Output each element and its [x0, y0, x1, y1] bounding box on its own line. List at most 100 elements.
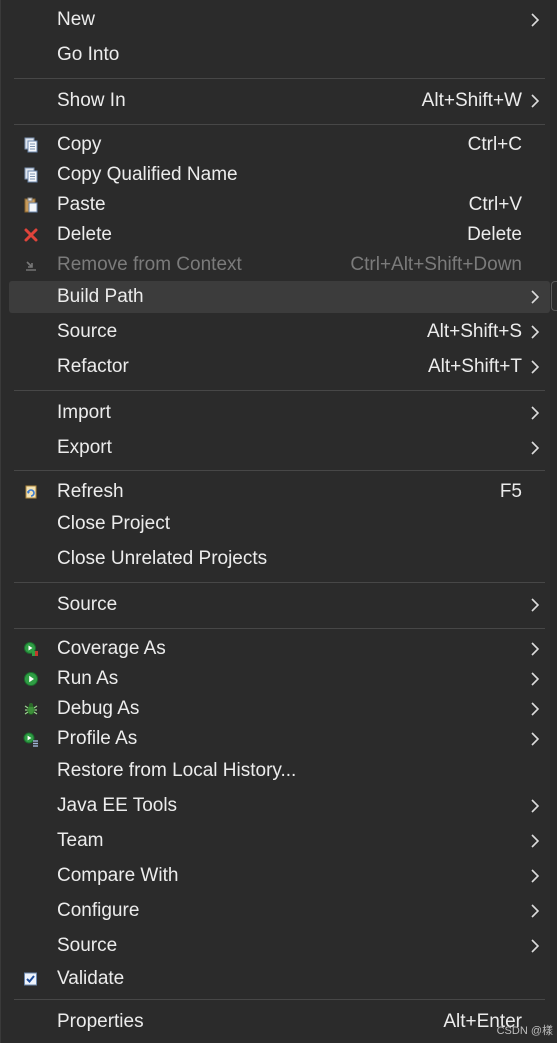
chevron-right-icon [531, 441, 540, 455]
menu-separator [14, 628, 545, 629]
menu-item-label: Close Project [57, 513, 170, 534]
context-menu: New Go Into Show In Alt+Shift+W Copy Ctr… [0, 0, 557, 1043]
chevron-right-icon [531, 904, 540, 918]
debug-bug-icon [24, 703, 38, 715]
menu-item-copy[interactable]: Copy Ctrl+C [1, 130, 557, 160]
chevron-right-icon [531, 672, 540, 686]
menu-item-import[interactable]: Import [1, 398, 557, 428]
menu-item-team[interactable]: Team [1, 826, 557, 856]
chevron-right-icon [531, 94, 540, 108]
menu-item-compare-with[interactable]: Compare With [1, 861, 557, 891]
menu-item-close-unrelated-projects[interactable]: Close Unrelated Projects [1, 544, 557, 574]
chevron-right-icon [531, 406, 540, 420]
menu-item-source-3[interactable]: Source [1, 931, 557, 961]
menu-item-source-2[interactable]: Source [1, 590, 557, 620]
shortcut-label: Alt+Shift+W [421, 90, 522, 111]
menu-item-label: Team [57, 830, 104, 851]
menu-item-label: New [57, 9, 96, 30]
coverage-icon [24, 642, 38, 656]
menu-item-build-path[interactable]: Build Path [9, 281, 550, 313]
menu-item-label: Run As [57, 668, 119, 689]
menu-separator [14, 390, 545, 391]
menu-item-refactor[interactable]: Refactor Alt+Shift+T [1, 352, 557, 382]
menu-item-show-in[interactable]: Show In Alt+Shift+W [1, 86, 557, 116]
shortcut-label: Ctrl+Alt+Shift+Down [350, 254, 522, 275]
copy-qualified-name-icon [24, 167, 38, 183]
menu-item-delete[interactable]: Delete Delete [1, 220, 557, 250]
menu-item-java-ee-tools[interactable]: Java EE Tools [1, 791, 557, 821]
menu-item-label: Show In [57, 90, 126, 111]
chevron-right-icon [531, 290, 540, 304]
menu-separator [14, 470, 545, 471]
shortcut-label: Alt+Shift+T [428, 356, 522, 377]
menu-item-label: Go Into [57, 44, 120, 65]
menu-item-go-into[interactable]: Go Into [1, 40, 557, 70]
menu-item-source[interactable]: Source Alt+Shift+S [1, 317, 557, 347]
menu-item-new[interactable]: New [1, 5, 557, 35]
menu-item-label: Paste [57, 194, 106, 215]
chevron-right-icon [531, 13, 540, 27]
menu-item-label: Profile As [57, 728, 138, 749]
menu-item-copy-qualified-name[interactable]: Copy Qualified Name [1, 160, 557, 190]
menu-item-label: Debug As [57, 698, 140, 719]
chevron-right-icon [531, 598, 540, 612]
chevron-right-icon [531, 325, 540, 339]
delete-icon [24, 228, 38, 242]
menu-item-properties[interactable]: Properties Alt+Enter [1, 1007, 557, 1037]
menu-item-label: Refresh [57, 481, 124, 502]
refresh-icon [25, 485, 37, 499]
menu-item-close-project[interactable]: Close Project [1, 509, 557, 539]
menu-item-run-as[interactable]: Run As [1, 664, 557, 694]
shortcut-label: Ctrl+V [468, 194, 522, 215]
menu-item-label: Remove from Context [57, 254, 242, 275]
menu-separator [14, 999, 545, 1000]
paste-icon [24, 197, 38, 213]
validate-checkbox-icon [24, 972, 37, 986]
menu-item-label: Close Unrelated Projects [57, 548, 268, 569]
menu-item-label: Java EE Tools [57, 795, 178, 816]
shortcut-label: Ctrl+C [467, 134, 522, 155]
profile-icon [23, 732, 38, 747]
chevron-right-icon [531, 799, 540, 813]
menu-item-export[interactable]: Export [1, 433, 557, 463]
menu-separator [14, 582, 545, 583]
chevron-right-icon [531, 939, 540, 953]
menu-item-label: Configure [57, 900, 140, 921]
menu-item-coverage-as[interactable]: Coverage As [1, 634, 557, 664]
chevron-right-icon [531, 834, 540, 848]
shortcut-label: Alt+Shift+S [426, 321, 522, 342]
menu-item-configure[interactable]: Configure [1, 896, 557, 926]
menu-item-label: Import [57, 402, 111, 423]
menu-item-label: Export [57, 437, 112, 458]
menu-item-label: Refactor [57, 356, 129, 377]
shortcut-label: F5 [499, 481, 522, 502]
shortcut-label: Delete [467, 224, 522, 245]
menu-separator [14, 124, 545, 125]
chevron-right-icon [531, 360, 540, 374]
copy-icon [24, 137, 38, 153]
menu-item-label: Source [57, 935, 118, 956]
menu-item-label: Source [57, 321, 118, 342]
menu-item-restore-from-local-history[interactable]: Restore from Local History... [1, 756, 557, 786]
menu-item-profile-as[interactable]: Profile As [1, 724, 557, 754]
menu-separator [14, 78, 545, 79]
menu-item-label: Build Path [57, 286, 144, 307]
remove-from-context-icon [26, 261, 36, 271]
menu-item-label: Properties [57, 1011, 144, 1032]
watermark-text: CSDN @樣 [496, 1025, 553, 1037]
menu-item-label: Source [57, 594, 118, 615]
chevron-right-icon [531, 642, 540, 656]
chevron-right-icon [531, 702, 540, 716]
menu-item-label: Validate [57, 968, 125, 989]
submenu-edge-indicator [551, 281, 557, 311]
chevron-right-icon [531, 869, 540, 883]
menu-item-label: Restore from Local History... [57, 760, 297, 781]
menu-item-label: Delete [57, 224, 112, 245]
menu-item-label: Coverage As [57, 638, 166, 659]
menu-item-label: Copy [57, 134, 102, 155]
menu-item-label: Compare With [57, 865, 179, 886]
menu-item-validate[interactable]: Validate [1, 964, 557, 994]
menu-item-paste[interactable]: Paste Ctrl+V [1, 190, 557, 220]
menu-item-debug-as[interactable]: Debug As [1, 694, 557, 724]
menu-item-refresh[interactable]: Refresh F5 [1, 477, 557, 507]
